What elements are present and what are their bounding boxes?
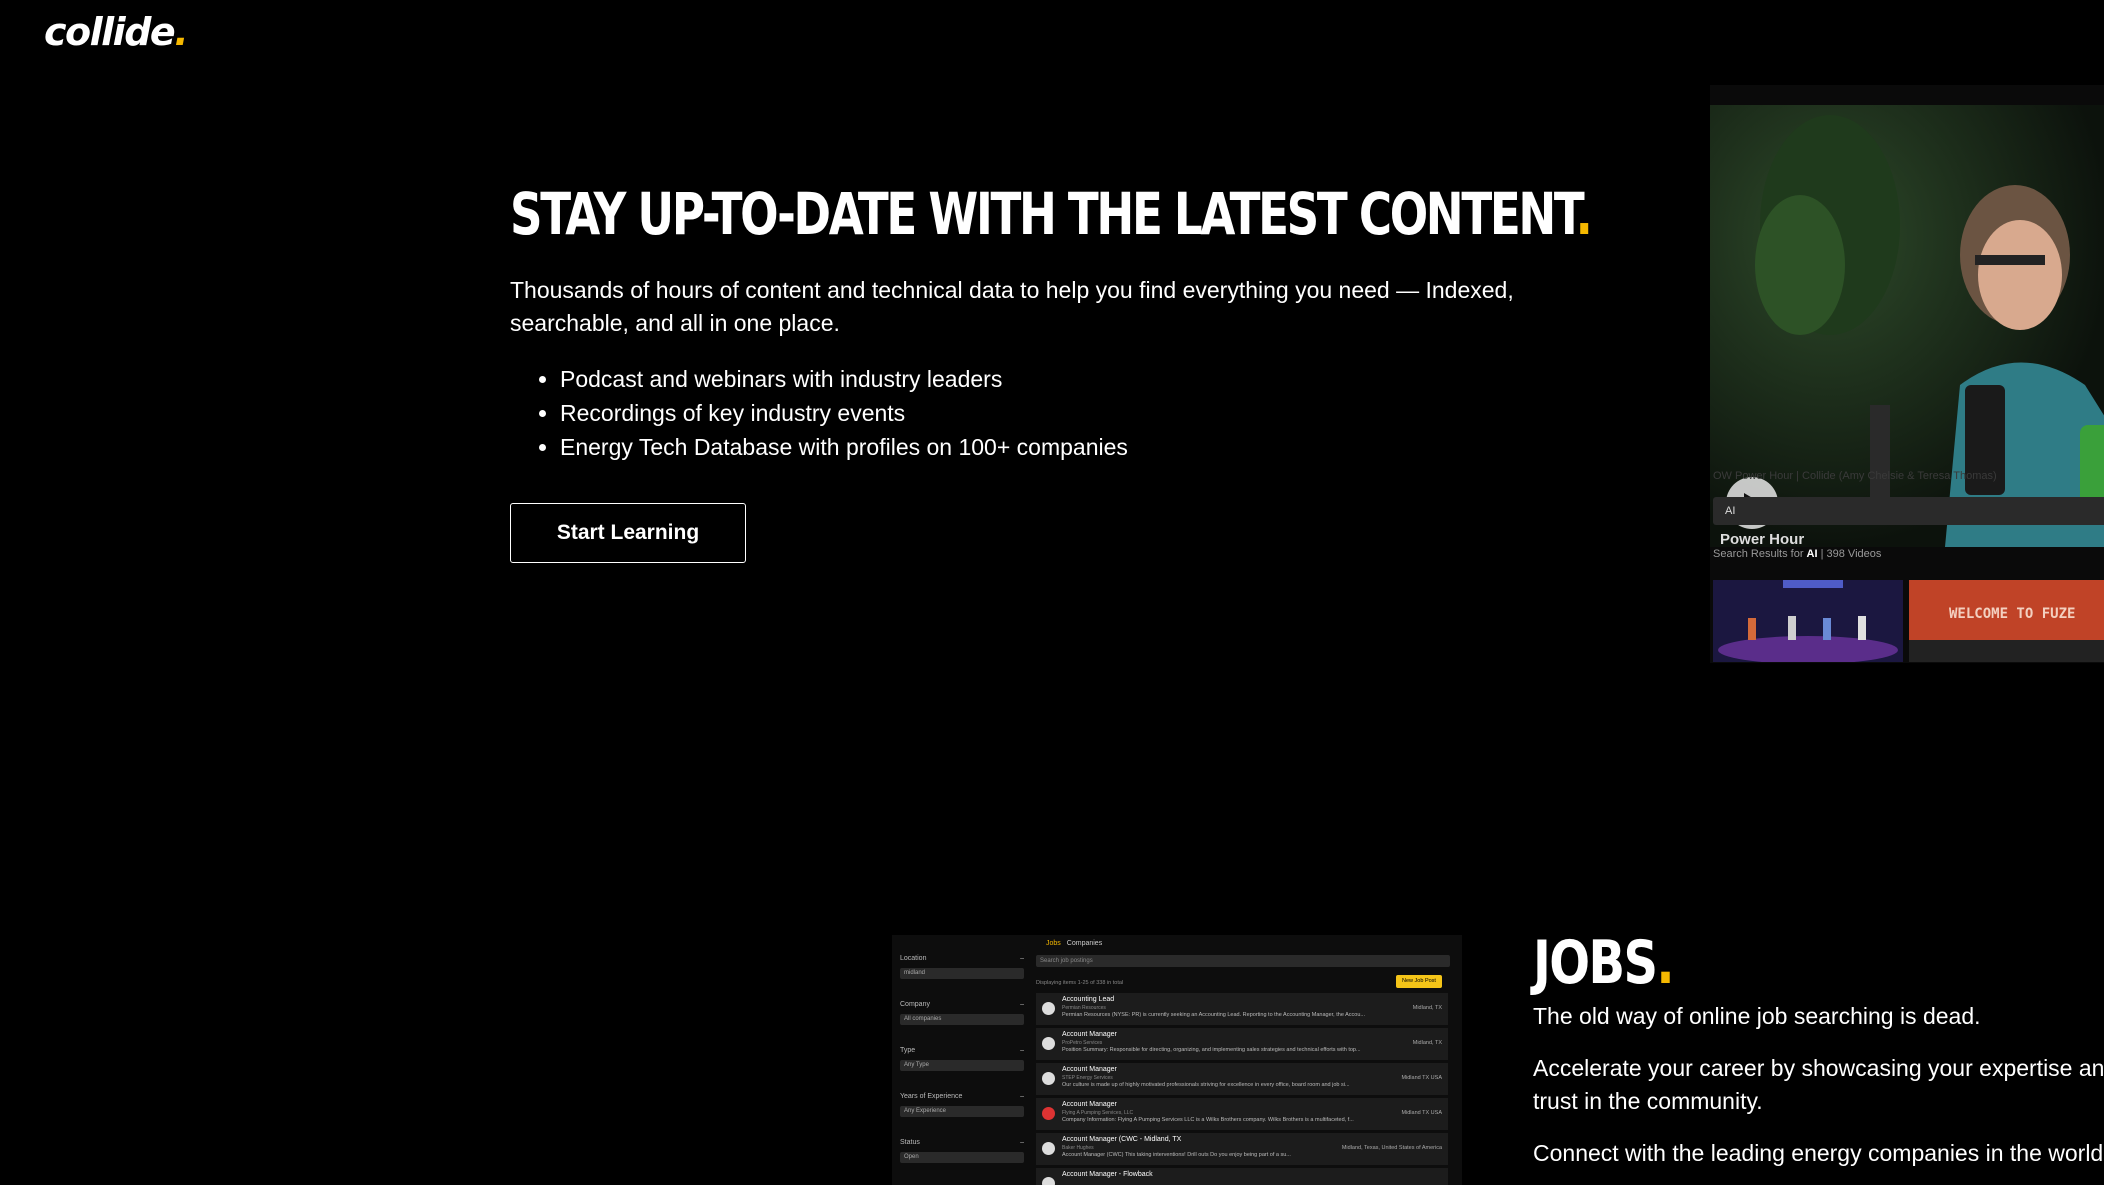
fuze-sign-text: WELCOME TO FUZE (1949, 606, 2075, 622)
job-search-input[interactable]: Search job postings (1036, 955, 1450, 967)
filter-label: Location (900, 955, 927, 962)
search-results-summary: Search Results for AI | 398 Videos (1713, 548, 1881, 560)
filter-experience: Years of Experience – Any Experience (900, 1093, 1024, 1117)
company-avatar (1042, 1037, 1055, 1050)
job-company: ProPetro Services (1062, 1040, 1103, 1046)
job-description: Account Manager (CWC) This taking interv… (1062, 1152, 1291, 1158)
job-board-preview: Jobs Companies Location – midland Company – A… (892, 935, 1462, 1185)
collapse-icon[interactable]: – (1020, 955, 1024, 962)
experience-select[interactable]: Any Experience (900, 1106, 1024, 1117)
content-hero-section: STAY UP-TO-DATE WITH THE LATEST CONTENT.… (510, 176, 1593, 464)
job-row[interactable]: Account Manager ProPetro Services Position… (1036, 1028, 1448, 1060)
panel-event-image (1713, 580, 1903, 662)
jobs-accelerate-text: Accelerate your career by showcasing you… (1533, 1055, 2104, 1114)
company-avatar (1042, 1072, 1055, 1085)
job-row[interactable]: Account Manager - Flowback (1036, 1168, 1448, 1185)
filter-company: Company – All companies (900, 1001, 1024, 1025)
job-board-tabs: Jobs Companies (1046, 940, 1102, 947)
job-title: Accounting Lead (1062, 996, 1115, 1003)
job-location: Midland TX USA (1401, 1075, 1442, 1081)
job-count-text: Displaying items 1-25 of 338 in total (1036, 980, 1124, 986)
heading-dot: . (1575, 180, 1593, 248)
job-company: STEP Energy Services (1062, 1075, 1113, 1081)
tab-jobs[interactable]: Jobs (1046, 940, 1061, 947)
filter-label: Status (900, 1139, 920, 1146)
job-company: Flying A Pumping Services, LLC (1062, 1110, 1134, 1116)
job-location: Midland, TX (1412, 1040, 1442, 1046)
feature-item: Recordings of key industry events (560, 396, 1520, 430)
company-avatar (1042, 1142, 1055, 1155)
jobs-section: JOBS. The old way of online job searchin… (1533, 930, 2104, 1170)
new-job-post-button[interactable]: New Job Post (1396, 975, 1442, 988)
job-filters-sidebar: Location – midland Company – All companies T… (900, 955, 1024, 1185)
job-company: Permian Resources (1062, 1005, 1106, 1011)
status-select[interactable]: Open (900, 1152, 1024, 1163)
filter-label: Years of Experience (900, 1093, 963, 1100)
job-title: Account Manager (1062, 1031, 1117, 1038)
job-description: Our culture is made up of highly motivat… (1062, 1082, 1350, 1088)
job-title: Account Manager (CWC - Midland, TX (1062, 1136, 1182, 1143)
results-query: AI (1806, 548, 1818, 560)
filter-type: Type – Any Type (900, 1047, 1024, 1071)
collapse-icon[interactable]: – (1020, 1047, 1024, 1054)
job-location: Midland, Texas, United States of America (1341, 1145, 1442, 1151)
job-title: Account Manager (1062, 1101, 1117, 1108)
company-avatar (1042, 1002, 1055, 1015)
feature-item: Podcast and webinars with industry leade… (560, 362, 1520, 396)
company-avatar (1042, 1177, 1055, 1185)
filter-label: Type (900, 1047, 916, 1054)
jobs-heading-text: JOBS (1533, 928, 1658, 998)
filter-status: Status – Open (900, 1139, 1024, 1163)
jobs-connect-text: Connect with the leading energy companie… (1533, 1140, 2104, 1166)
video-thumbnail[interactable] (1713, 580, 1903, 662)
collide-logo[interactable]: collide. (44, 10, 189, 54)
job-description: Company Information: Flying A Pumping Se… (1062, 1117, 1354, 1123)
collapse-icon[interactable]: – (1020, 1139, 1024, 1146)
job-location: Midland TX USA (1401, 1110, 1442, 1116)
collapse-icon[interactable]: – (1020, 1093, 1024, 1100)
job-row[interactable]: Account Manager Flying A Pumping Services… (1036, 1098, 1448, 1130)
job-description: Position Summary: Responsible for direct… (1062, 1047, 1361, 1053)
content-heading: STAY UP-TO-DATE WITH THE LATEST CONTENT. (510, 176, 1593, 252)
job-row[interactable]: Accounting Lead Permian Resources Permian … (1036, 993, 1448, 1025)
job-title: Account Manager (1062, 1066, 1117, 1073)
logo-dot: . (174, 10, 188, 54)
filter-label: Company (900, 1001, 930, 1008)
video-thumbnail[interactable]: WELCOME TO FUZE (1909, 580, 2104, 662)
results-count: | 398 Videos (1820, 548, 1882, 560)
jobs-intro: The old way of online job searching is d… (1533, 1003, 1981, 1029)
job-title: Account Manager - Flowback (1062, 1171, 1153, 1178)
heading-dot: . (1656, 928, 1674, 998)
job-company: Baker Hughes (1062, 1145, 1094, 1151)
video-show-label: Power Hour (1720, 531, 1805, 547)
video-title[interactable]: OW Power Hour | Collide (Amy Chelsie & T… (1713, 470, 1997, 482)
content-heading-text: STAY UP-TO-DATE WITH THE LATEST CONTENT (510, 180, 1578, 248)
video-library-preview: Power Hour OW Power Hour | Collide (Amy … (1710, 85, 2104, 663)
job-row[interactable]: Account Manager (CWC - Midland, TX Baker … (1036, 1133, 1448, 1165)
type-select[interactable]: Any Type (900, 1060, 1024, 1071)
company-avatar (1042, 1107, 1055, 1120)
filter-location: Location – midland (900, 955, 1024, 979)
job-row[interactable]: Account Manager STEP Energy Services Our c… (1036, 1063, 1448, 1095)
job-location: Midland, TX (1412, 1005, 1442, 1011)
feature-item: Energy Tech Database with profiles on 10… (560, 430, 1520, 464)
content-feature-list: Podcast and webinars with industry leade… (510, 362, 1520, 464)
company-select[interactable]: All companies (900, 1014, 1024, 1025)
start-learning-button[interactable]: Start Learning (510, 503, 746, 563)
results-prefix: Search Results for (1713, 548, 1804, 560)
job-list: Accounting Lead Permian Resources Permian … (1036, 993, 1448, 1185)
content-description: Thousands of hours of content and techni… (510, 277, 1514, 336)
collapse-icon[interactable]: – (1020, 1001, 1024, 1008)
jobs-heading: JOBS. (1533, 930, 2013, 996)
tab-companies[interactable]: Companies (1067, 940, 1102, 947)
job-description: Permian Resources (NYSE: PR) is currentl… (1062, 1012, 1365, 1018)
logo-text: collide (44, 10, 176, 54)
fuze-event-image: WELCOME TO FUZE (1909, 580, 2104, 662)
video-search-input[interactable]: AI (1713, 497, 2104, 525)
location-input[interactable]: midland (900, 968, 1024, 979)
